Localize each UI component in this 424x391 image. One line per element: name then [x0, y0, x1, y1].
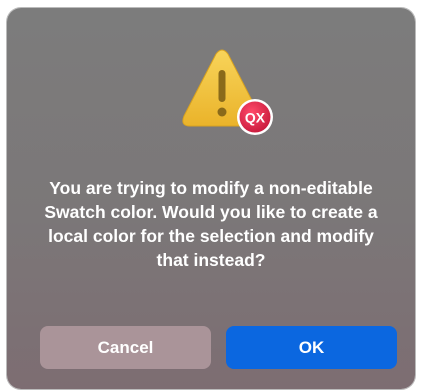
- alert-dialog: QX You are trying to modify a non-editab…: [7, 8, 415, 389]
- cancel-button[interactable]: Cancel: [40, 326, 211, 369]
- ok-button[interactable]: OK: [226, 326, 397, 369]
- app-badge-text: QX: [245, 110, 266, 126]
- alert-message: You are trying to modify a non-editable …: [44, 178, 378, 270]
- warning-icon: QX: [182, 49, 273, 135]
